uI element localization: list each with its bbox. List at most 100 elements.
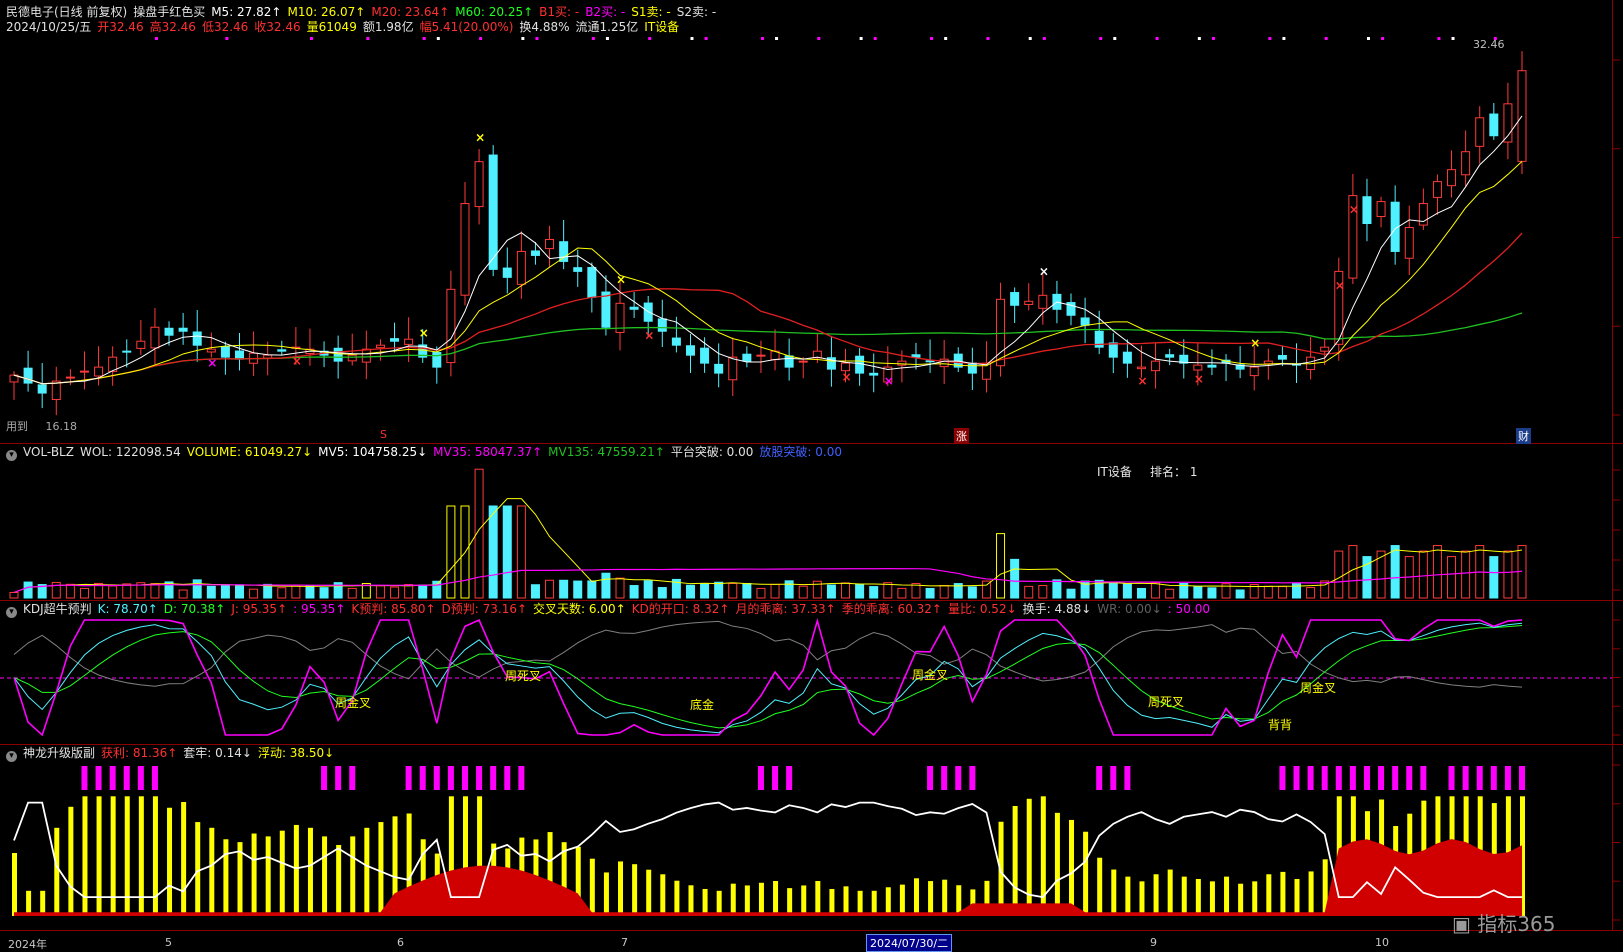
x-label-jul: 7 (621, 936, 628, 949)
candle-body (37, 384, 47, 394)
candle-body (79, 370, 89, 373)
profit-bar (138, 796, 144, 916)
volume-bar (305, 585, 315, 599)
signal-dot (1155, 37, 1159, 40)
signal-dot (422, 37, 426, 40)
x-label-sep: 9 (1150, 936, 1157, 949)
candle-body (1447, 169, 1457, 187)
volume-bar (375, 585, 385, 599)
volume-bar (981, 580, 991, 599)
profit-bar (54, 827, 60, 916)
signal-x-mark: × (207, 356, 217, 370)
volume-bar (996, 533, 1006, 599)
signal-bar (1378, 766, 1385, 790)
signal-x-mark: × (1250, 336, 1260, 350)
candle-body (671, 337, 681, 346)
volume-bar (1052, 579, 1062, 599)
volume-bar (1066, 588, 1076, 599)
volume-bar (178, 589, 188, 599)
profit-bar (378, 822, 384, 916)
profit-bar (942, 879, 948, 916)
volume-bar (545, 579, 555, 599)
volume-bar (220, 584, 230, 599)
candle-body (277, 349, 287, 352)
signal-bar (1124, 766, 1131, 790)
signal-bar (1504, 766, 1511, 790)
volume-bar (432, 580, 442, 599)
candle-body (869, 372, 879, 376)
volume-bar (1151, 582, 1161, 599)
signal-bar (335, 766, 342, 790)
candle-body (178, 327, 188, 332)
profit-bar (603, 872, 609, 916)
volume-bar (1207, 587, 1217, 599)
signal-dot (704, 37, 708, 40)
signal-dot (760, 37, 764, 40)
candle-body (1038, 294, 1048, 309)
volume-bar (108, 585, 118, 599)
volume-bar (897, 587, 907, 599)
volume-bar (728, 582, 738, 599)
profit-bar (1308, 871, 1314, 916)
signal-bar (1335, 766, 1342, 790)
candle-body (1136, 366, 1146, 370)
profit-bar (1167, 869, 1173, 916)
profit-bar (885, 887, 891, 916)
profit-bar (618, 861, 624, 916)
signal-dot (366, 37, 370, 40)
candle-body (573, 267, 583, 272)
volume-bar (1390, 545, 1400, 599)
candle-body (150, 326, 160, 349)
profit-bar (913, 878, 919, 916)
profit-bar (1153, 874, 1159, 916)
signal-dot (154, 37, 158, 40)
signal-bar (927, 766, 934, 790)
volume-bar (530, 584, 540, 599)
profit-bar (787, 888, 793, 916)
volume-bar (1447, 556, 1457, 599)
candle-body (1461, 151, 1471, 176)
ma10-line (13, 160, 1523, 385)
profit-bar (336, 844, 342, 916)
signal-bar (1363, 766, 1370, 790)
signal-dot (859, 37, 863, 40)
volume-bar (404, 584, 414, 599)
signal-dot (591, 37, 595, 40)
volume-bar (742, 582, 752, 599)
profit-bar (12, 853, 17, 916)
volume-bar (1165, 588, 1175, 599)
signal-bar (786, 766, 793, 790)
signal-bar (1307, 766, 1314, 790)
candle-body (685, 345, 695, 356)
candle-body (347, 354, 357, 362)
signal-dot (648, 37, 652, 40)
volume-bar (1461, 550, 1471, 599)
volume-bar (1193, 586, 1203, 599)
volume-bar (150, 583, 160, 599)
signal-dot (775, 37, 779, 40)
signal-dot (1282, 37, 1286, 40)
volume-bar (65, 583, 75, 599)
volume-bar (685, 584, 695, 599)
volume-bar (1334, 550, 1344, 599)
candle-body (136, 340, 146, 349)
candle-body (404, 338, 414, 345)
volume-bar (122, 583, 132, 599)
volume-bar (559, 579, 569, 599)
volume-bar (1122, 583, 1132, 599)
chart-canvas[interactable]: ×××××× ××× ×××××周金叉周死叉底金周金叉周死叉背背周金叉 (0, 0, 1623, 952)
volume-bar (798, 585, 808, 599)
signal-dot (1381, 37, 1385, 40)
volume-bar (277, 587, 287, 599)
signal-dot (1324, 37, 1328, 40)
candle-body (1320, 346, 1330, 352)
signal-dot (1211, 37, 1215, 40)
signal-bar (1406, 766, 1413, 790)
signal-dot (1099, 37, 1103, 40)
candle-body (1432, 181, 1442, 198)
profit-bar (1069, 819, 1075, 916)
profit-bar (167, 807, 173, 916)
candle-body (1376, 201, 1386, 218)
candle-body (1404, 227, 1414, 259)
signal-bar (969, 766, 976, 790)
